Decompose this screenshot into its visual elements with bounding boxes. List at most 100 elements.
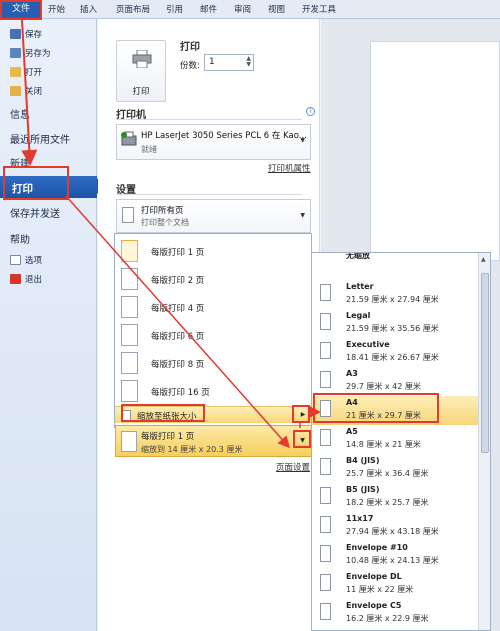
nav-save-send[interactable]: 保存并发送 [10,205,60,220]
menu-item-16-pages[interactable]: 每版打印 16 页 [115,377,311,405]
scrollbar-thumb[interactable] [481,273,489,453]
pages-per-sheet-main: 每版打印 1 页 [141,432,195,442]
folder-open-icon [10,67,21,77]
paper-size-dims: 29.7 厘米 x 42 厘米 [346,382,421,391]
paper-size-name: 11x17 [346,514,374,523]
nav-info[interactable]: 信息 [10,106,30,121]
annotation-box-submenu [292,405,310,423]
paper-size-item[interactable]: Executive 18.41 厘米 x 26.67 厘米 [312,338,478,367]
paper-icon [320,313,331,330]
paper-size-name: Legal [346,311,371,320]
menu-item-2-pages[interactable]: 每版打印 2 页 [115,265,311,293]
paper-icon [320,458,331,475]
paper-size-item[interactable]: 11x17 27.94 厘米 x 43.18 厘米 [312,512,478,541]
tab-review[interactable]: 审阅 [234,3,251,15]
annotation-box-dropdown [293,430,311,448]
divider [116,119,302,120]
nav-options-label: 选项 [25,256,43,266]
tab-insert[interactable]: 插入 [80,3,97,15]
paper-size-dims: 14.8 厘米 x 21 厘米 [346,440,421,449]
save-icon [10,29,21,39]
nav-save-as[interactable]: 另存为 [10,46,51,60]
menu-item-label: 每版打印 1 页 [151,248,205,258]
paper-size-name: Envelope DL [346,572,402,581]
annotation-box-file [0,0,42,20]
paper-size-item[interactable]: A3 29.7 厘米 x 42 厘米 [312,367,478,396]
nav-save-label: 保存 [25,30,43,40]
paper-size-item[interactable]: Letter 21.59 厘米 x 27.94 厘米 [312,280,478,309]
tab-mailings[interactable]: 邮件 [200,3,217,15]
print-button[interactable]: 打印 [116,40,166,102]
paper-size-list: 无缩放 Letter 21.59 厘米 x 27.94 厘米 Legal 21.59 … [311,252,491,631]
paper-icon [320,487,331,504]
nav-save[interactable]: 保存 [10,27,42,41]
paper-size-dims: 16.2 厘米 x 22.9 厘米 [346,614,429,623]
paper-icon [320,603,331,620]
chevron-down-icon: ▼ [300,137,305,144]
copies-spinner[interactable]: ▲ ▼ [246,56,251,68]
scrollbar[interactable]: ▲ [478,253,490,630]
nav-options[interactable]: 选项 [10,253,42,267]
paper-size-dims: 27.94 厘米 x 43.18 厘米 [346,527,439,536]
print-range-dropdown[interactable]: 打印所有页 打印整个文档 ▼ [116,199,311,233]
nav-help[interactable]: 帮助 [10,231,30,246]
print-button-label: 打印 [132,87,150,97]
menu-item-8-pages[interactable]: 每版打印 8 页 [115,349,311,377]
save-as-icon [10,48,21,58]
partial-item-label: 无缩放 [346,252,370,260]
paper-size-dims: 10.48 厘米 x 24.13 厘米 [346,556,439,565]
printer-properties-link[interactable]: 打印机属性 [268,162,311,174]
page-layout-icon [121,324,138,346]
nav-close[interactable]: 关闭 [10,84,42,98]
backstage-nav: 保存 另存为 打开 关闭 信息 最近所用文件 新建 打印 保存并发送 帮助 选项… [0,19,97,631]
info-icon[interactable]: i [306,107,315,116]
tab-developer[interactable]: 开发工具 [302,3,336,15]
menu-item-label: 每版打印 16 页 [151,388,210,398]
printer-device-icon [121,131,137,146]
copies-label: 份数: [180,61,200,71]
print-range-main: 打印所有页 [141,206,184,216]
ribbon: 文件 开始 插入 页面布局 引用 邮件 审阅 视图 开发工具 [0,0,500,19]
printer-dropdown[interactable]: HP LaserJet 3050 Series PCL 6 在 Kao... 就… [116,124,311,160]
paper-size-item[interactable]: B5 (JIS) 18.2 厘米 x 25.7 厘米 [312,483,478,512]
copies-value: 1 [209,57,215,67]
nav-open[interactable]: 打开 [10,65,42,79]
divider [116,194,302,195]
tab-references[interactable]: 引用 [166,3,183,15]
tab-view[interactable]: 视图 [268,3,285,15]
preview-page [370,41,500,261]
paper-size-name: Executive [346,340,390,349]
paper-size-item[interactable]: Envelope #10 10.48 厘米 x 24.13 厘米 [312,541,478,570]
paper-size-item[interactable]: Envelope C5 16.2 厘米 x 22.9 厘米 [312,599,478,628]
page-layout-icon [121,380,138,402]
chevron-down-icon: ▼ [300,212,305,219]
paper-size-item[interactable]: Legal 21.59 厘米 x 35.56 厘米 [312,309,478,338]
copies-input[interactable]: 1 ▲ ▼ [204,54,254,71]
paper-size-item[interactable]: A5 14.8 厘米 x 21 厘米 [312,425,478,454]
nav-recent[interactable]: 最近所用文件 [10,131,70,146]
paper-size-item[interactable]: Envelope DL 11 厘米 x 22 厘米 [312,570,478,599]
menu-item-4-pages[interactable]: 每版打印 4 页 [115,293,311,321]
page-layout-icon [121,296,138,318]
scroll-up-icon[interactable]: ▲ [481,256,486,263]
paper-icon [320,574,331,591]
annotation-box-print [3,166,69,200]
menu-item-1-page[interactable]: 每版打印 1 页 [115,237,311,265]
paper-icon [320,284,331,301]
menu-item-label: 每版打印 6 页 [151,332,205,342]
tab-page-layout[interactable]: 页面布局 [116,3,150,15]
paper-size-dims: 21.59 厘米 x 27.94 厘米 [346,295,439,304]
tab-home[interactable]: 开始 [48,3,65,15]
paper-size-name: B4 (JIS) [346,456,380,465]
annotation-box-a4 [313,393,439,423]
menu-item-6-pages[interactable]: 每版打印 6 页 [115,321,311,349]
paper-size-name: Letter [346,282,374,291]
pages-per-sheet-dropdown[interactable]: 每版打印 1 页 缩放到 14 厘米 x 20.3 厘米 ▼ [115,425,312,457]
paper-size-dims: 18.2 厘米 x 25.7 厘米 [346,498,429,507]
paper-size-dims: 21.59 厘米 x 35.56 厘米 [346,324,439,333]
paper-size-item[interactable]: B4 (JIS) 25.7 厘米 x 36.4 厘米 [312,454,478,483]
page-setup-link[interactable]: 页面设置 [276,461,310,473]
paper-size-name: A5 [346,427,358,436]
nav-exit[interactable]: 退出 [10,272,42,286]
printer-icon [132,50,152,68]
